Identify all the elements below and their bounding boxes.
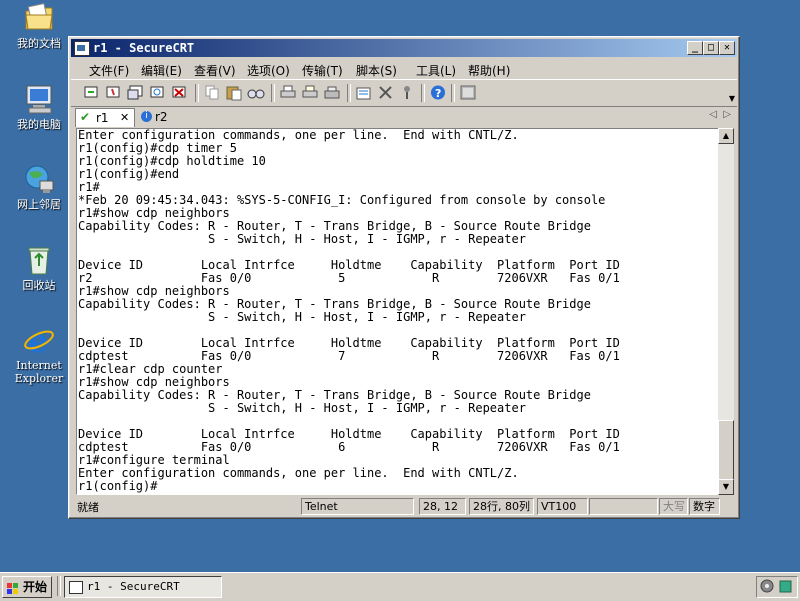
menu-edit[interactable]: 编辑(E) (141, 62, 182, 79)
title-bar[interactable]: r1 - SecureCRT _ □ ✕ (71, 39, 737, 57)
securecrt-window: r1 - SecureCRT _ □ ✕ 文件(F) 编辑(E) 查看(V) 选… (68, 36, 740, 519)
status-caps-lock: 大写 (659, 498, 688, 515)
taskbar-item-label: r1 - SecureCRT (87, 580, 180, 593)
reconnect-icon[interactable] (149, 84, 167, 101)
maximize-button[interactable]: □ (703, 41, 719, 55)
securecrt-app-icon (74, 41, 90, 56)
start-button[interactable]: 开始 (2, 576, 52, 598)
tab-scroll-right-icon[interactable]: ▷ (723, 109, 731, 120)
tab-r2[interactable]: i r2 (141, 108, 181, 126)
session-tab-bar: ✔ r1 ✕ i r2 ◁ ▷ (71, 107, 737, 127)
connect-in-tab-icon[interactable] (127, 84, 145, 101)
session-info-icon: i (141, 111, 152, 122)
menu-file[interactable]: 文件(F) (89, 62, 129, 79)
desktop-icon-internet-explorer[interactable]: e Internet Explorer (8, 322, 70, 385)
status-screen-size: 28行, 80列 (469, 498, 534, 515)
status-emulation: VT100 (537, 498, 588, 515)
desktop-icon-recycle-bin[interactable]: 回收站 (8, 244, 70, 292)
windows-logo-icon (7, 581, 19, 594)
system-tray (756, 576, 798, 598)
keymap-icon[interactable] (459, 84, 477, 101)
menu-bar: 文件(F) 编辑(E) 查看(V) 选项(O) 传输(T) 脚本(S) 工具(L… (71, 59, 737, 79)
taskbar: 开始 r1 - SecureCRT (0, 572, 800, 601)
tab-label: r2 (155, 110, 168, 124)
printer-icon[interactable] (323, 84, 341, 101)
tab-close-icon[interactable]: ✕ (120, 111, 129, 124)
status-num-lock: 数字 (689, 498, 720, 515)
key-icon[interactable] (399, 84, 417, 101)
menu-view[interactable]: 查看(V) (194, 62, 236, 79)
session-options-icon[interactable] (355, 84, 373, 101)
status-ready: 就绪 (77, 501, 99, 514)
scroll-down-icon[interactable]: ▼ (718, 479, 734, 495)
svg-text:?: ? (435, 87, 441, 100)
close-button[interactable]: ✕ (719, 41, 735, 55)
desktop-icon-network[interactable]: 网上邻居 (8, 163, 70, 211)
connect-icon[interactable] (83, 84, 101, 101)
desktop-icon-label: Explorer (14, 372, 64, 385)
desktop-icon-label: 我的文档 (17, 37, 61, 50)
tab-label: r1 (96, 111, 109, 125)
taskbar-item-securecrt[interactable]: r1 - SecureCRT (64, 576, 222, 598)
menu-transfer[interactable]: 传输(T) (302, 62, 343, 79)
vertical-scrollbar[interactable]: ▲ ▼ (718, 128, 734, 495)
menu-options[interactable]: 选项(O) (247, 62, 290, 79)
securecrt-taskbar-icon (69, 581, 83, 594)
menu-tools[interactable]: 工具(L) (416, 62, 456, 79)
quick-connect-icon[interactable] (105, 84, 123, 101)
desktop-icon-label: 网上邻居 (17, 198, 61, 211)
terminal-output: Enter configuration commands, one per li… (78, 128, 620, 493)
folder-icon (23, 2, 55, 34)
tab-r1[interactable]: ✔ r1 ✕ (75, 108, 135, 127)
global-options-icon[interactable] (377, 84, 395, 101)
toolbar-overflow-icon[interactable]: ▼ (729, 94, 735, 103)
start-label: 开始 (23, 580, 48, 594)
tray-volume-icon[interactable] (778, 579, 793, 597)
find-icon[interactable] (247, 84, 265, 101)
desktop-icon-label: 我的电脑 (17, 118, 61, 131)
copy-icon[interactable] (203, 84, 221, 101)
scroll-thumb[interactable] (718, 420, 734, 480)
window-title: r1 - SecureCRT (93, 41, 195, 55)
svg-text:e: e (28, 324, 48, 356)
menu-help[interactable]: 帮助(H) (468, 62, 510, 79)
toolbar-separator (421, 84, 425, 102)
minimize-button[interactable]: _ (687, 41, 703, 55)
toolbar: ? ▼ (71, 79, 737, 107)
tab-scroll-left-icon[interactable]: ◁ (709, 109, 717, 120)
recycle-bin-icon (23, 244, 55, 276)
terminal-screen[interactable]: Enter configuration commands, one per li… (76, 128, 720, 495)
internet-explorer-icon: e (23, 322, 55, 360)
status-cursor-position: 28, 12 (419, 498, 466, 515)
desktop-icon-label: 回收站 (22, 279, 56, 292)
desktop-icon-label: Internet (16, 359, 62, 372)
print-selection-icon[interactable] (301, 84, 319, 101)
scroll-up-icon[interactable]: ▲ (718, 128, 734, 144)
toolbar-separator (271, 84, 275, 102)
computer-icon (23, 83, 55, 115)
tray-network-icon[interactable] (760, 579, 775, 597)
toolbar-separator (195, 84, 199, 102)
status-empty (589, 498, 658, 515)
toolbar-separator (451, 84, 455, 102)
disconnect-icon[interactable] (171, 84, 189, 101)
toolbar-separator (347, 84, 351, 102)
desktop-icon-my-documents[interactable]: 我的文档 (8, 2, 70, 50)
desktop-icon-my-computer[interactable]: 我的电脑 (8, 83, 70, 131)
network-globe-icon (23, 163, 55, 195)
help-icon[interactable]: ? (429, 84, 447, 101)
menu-script[interactable]: 脚本(S) (356, 62, 397, 79)
connected-check-icon: ✔ (80, 110, 91, 124)
print-icon[interactable] (279, 84, 297, 101)
status-protocol: Telnet (301, 498, 414, 515)
status-bar: 就绪 Telnet 28, 12 28行, 80列 VT100 大写 数字 (71, 497, 737, 515)
taskbar-separator (57, 576, 61, 596)
paste-icon[interactable] (225, 84, 243, 101)
